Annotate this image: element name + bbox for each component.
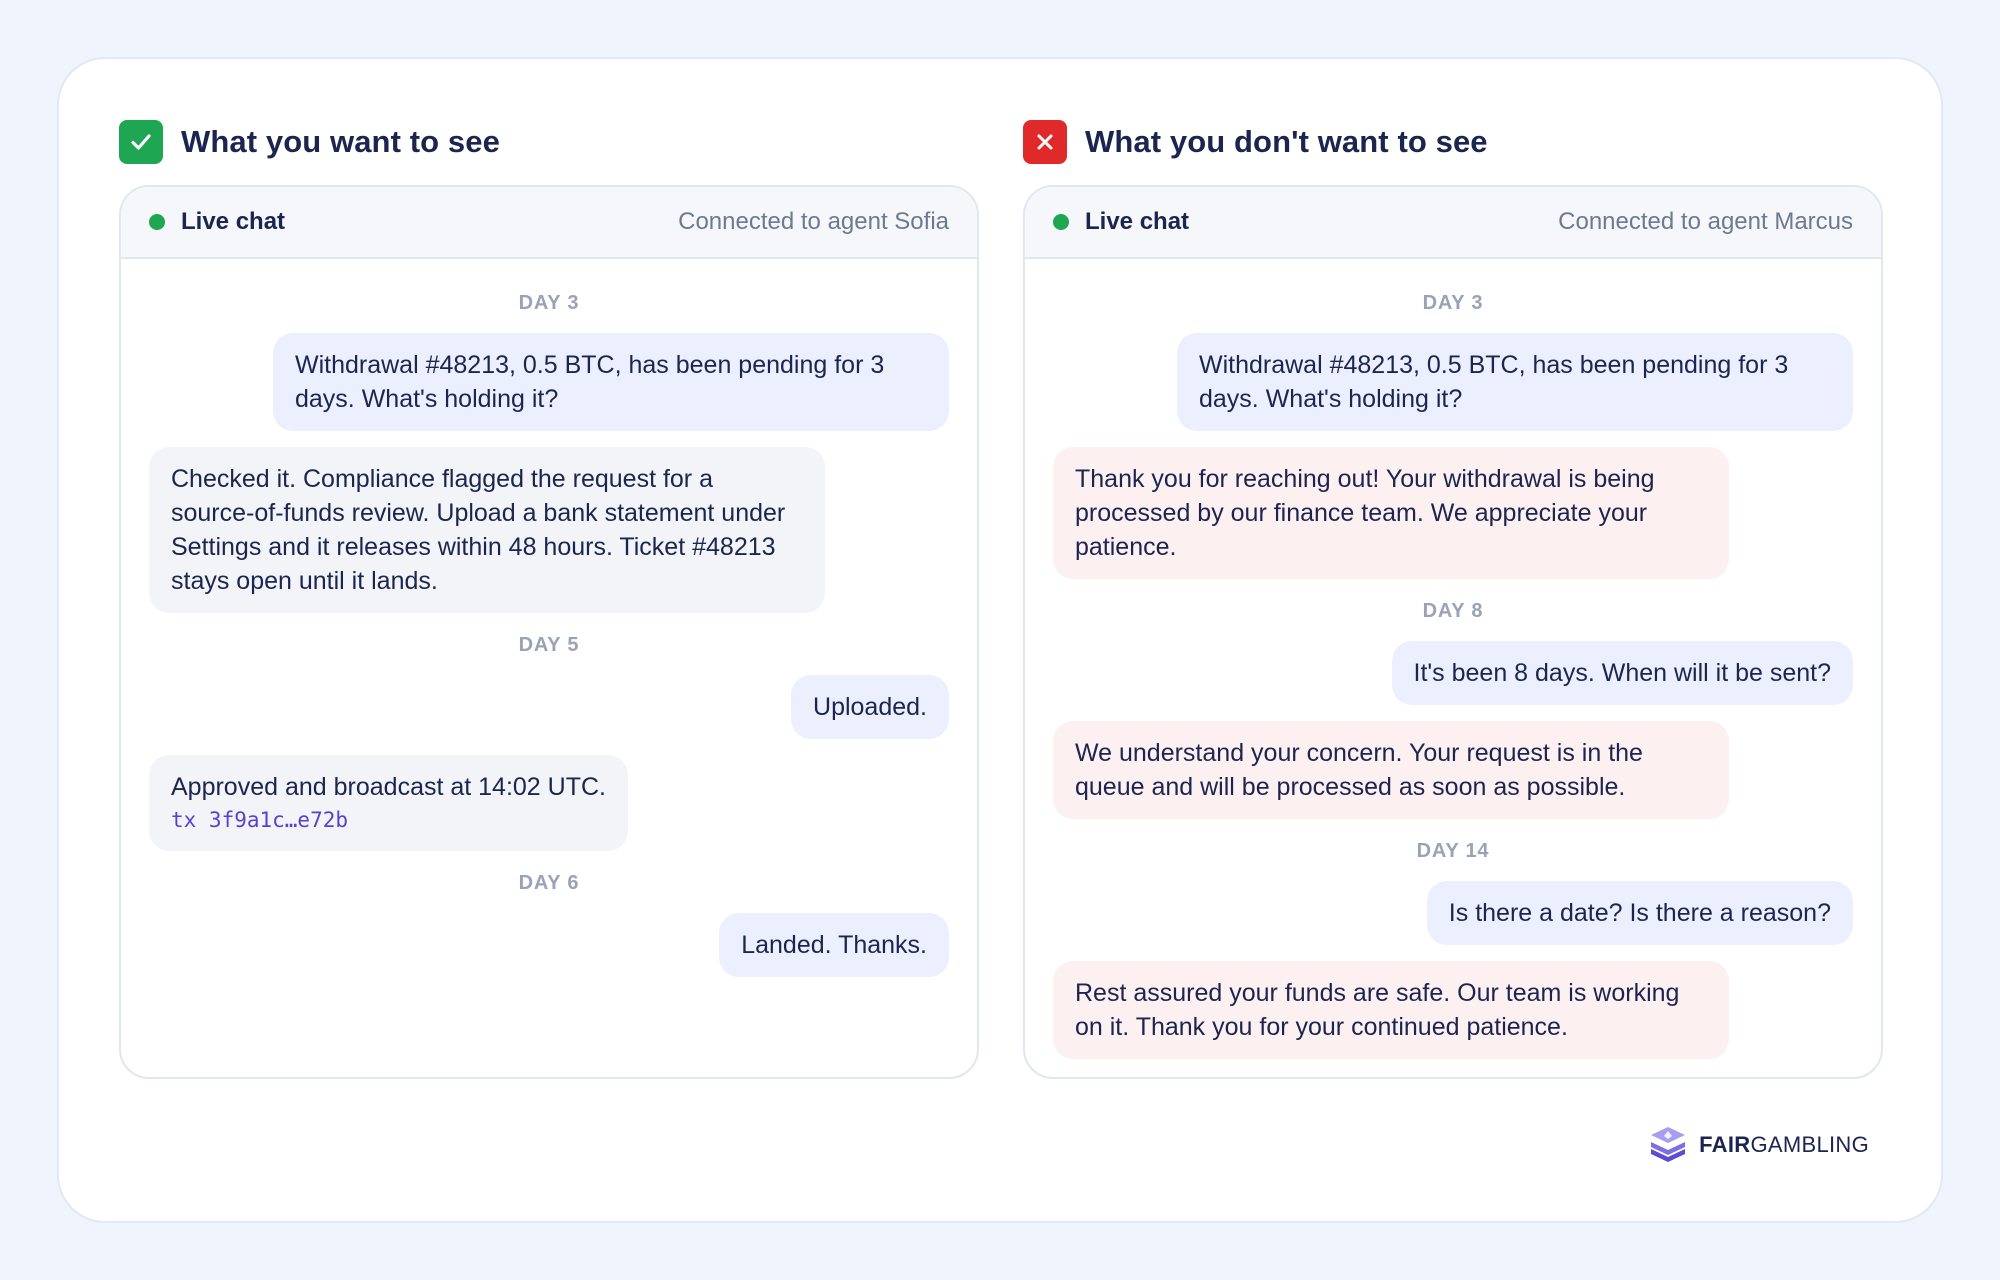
chat-header: Live chat Connected to agent Sofia [121,187,977,259]
agent-message: Rest assured your funds are safe. Our te… [1053,961,1729,1059]
agent-connection-label: Connected to agent Marcus [1558,208,1853,235]
day-separator: DAY 3 [518,292,580,314]
chat-messages: DAY 3 Withdrawal #48213, 0.5 BTC, has be… [121,259,977,993]
transaction-hash-link[interactable]: tx 3f9a1c…e72b [171,804,606,836]
comparison-card: What you want to see Live chat Connected… [57,57,1943,1223]
bad-example-column: What you don't want to see Live chat Con… [1023,119,1883,1079]
logo-text-light: GAMBLING [1750,1132,1869,1157]
good-example-title: What you want to see [181,124,500,159]
day-separator: DAY 3 [1422,292,1484,314]
good-example-column: What you want to see Live chat Connected… [119,119,979,1079]
live-chat-label: Live chat [1085,208,1190,235]
x-icon [1023,120,1067,164]
day-separator: DAY 8 [1422,600,1484,622]
agent-message: Approved and broadcast at 14:02 UTC. tx … [149,755,628,851]
day-separator: DAY 6 [518,872,580,894]
fairgambling-logo-icon [1651,1127,1686,1162]
agent-connection-label: Connected to agent Sofia [678,208,949,235]
user-message: Withdrawal #48213, 0.5 BTC, has been pen… [273,333,949,431]
chat-window-bad: Live chat Connected to agent Marcus DAY … [1023,185,1883,1079]
chat-messages: DAY 3 Withdrawal #48213, 0.5 BTC, has be… [1025,259,1881,1075]
user-message: It's been 8 days. When will it be sent? [1391,641,1853,705]
live-chat-label: Live chat [181,208,286,235]
agent-message: Thank you for reaching out! Your withdra… [1053,447,1729,579]
bad-example-title: What you don't want to see [1085,124,1488,159]
day-separator: DAY 5 [518,634,580,656]
user-message: Withdrawal #48213, 0.5 BTC, has been pen… [1177,333,1853,431]
chat-window-good: Live chat Connected to agent Sofia DAY 3… [119,185,979,1079]
day-separator: DAY 14 [1416,840,1490,862]
chat-header: Live chat Connected to agent Marcus [1025,187,1881,259]
bad-example-header: What you don't want to see [1023,119,1883,165]
logo-text-bold: FAIR [1699,1132,1751,1157]
agent-message: Checked it. Compliance flagged the reque… [149,447,825,613]
agent-message-text: Approved and broadcast at 14:02 UTC. [171,773,606,801]
online-status-dot [1053,214,1069,230]
check-icon [119,120,163,164]
fairgambling-logo: FAIR GAMBLING [1647,1125,1869,1165]
user-message: Is there a date? Is there a reason? [1426,881,1853,945]
online-status-dot [149,214,165,230]
agent-message: We understand your concern. Your request… [1053,721,1729,819]
user-message: Landed. Thanks. [719,913,949,977]
good-example-header: What you want to see [119,119,979,165]
user-message: Uploaded. [791,675,949,739]
